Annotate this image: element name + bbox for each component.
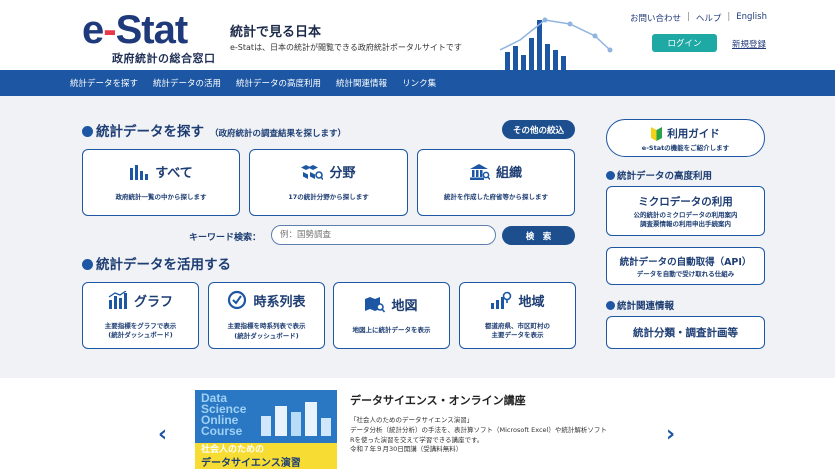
help-link[interactable]: ヘルプ [696,12,722,24]
api-title: 統計データの自動取得（API） [619,257,752,268]
course-title[interactable]: データサイエンス・オンライン講座 [350,392,526,408]
keyword-search-input[interactable] [271,225,496,245]
advanced-use-heading: 統計データの高度利用 [606,168,712,182]
card-desc-line: 主要指標を時系列表で表示 [227,322,306,331]
card-desc: 17の統計分野から探します [288,193,369,202]
clock-icon [228,290,247,310]
english-link[interactable]: English [736,12,767,24]
guide-title: 利用ガイド [667,128,720,140]
microdata-title: ミクロデータの利用 [638,196,733,208]
bar-chart-icon [130,164,149,180]
user-guide-button[interactable]: 利用ガイド e-Statの機能をご紹介します [606,119,765,157]
timeseries-card[interactable]: 時系列表 主要指標を時系列表で表示 (統計ダッシュボード) [208,282,325,349]
microdata-desc-line: 公的統計のミクロデータの利用案内 [633,211,738,219]
course-image-title: データサイエンス演習 [201,458,301,469]
card-title: 分野 [329,166,356,182]
search-org-card[interactable]: 組織 統計を作成した府省等から探します [417,149,575,216]
region-icon [491,291,512,310]
microdata-desc-line: 調査票情報の利用申出手続案内 [640,220,731,229]
other-filters-button[interactable]: その他の絞込 [502,120,575,139]
classification-title: 統計分類・調査計画等 [633,327,738,339]
search-all-card[interactable]: すべて 政府統計一覧の中から探します [82,149,240,216]
graph-icon [108,291,127,310]
utility-links: お問い合わせ | ヘルプ | English [630,12,767,24]
carousel-next-icon[interactable]: › [666,422,675,447]
search-button[interactable]: 検 索 [502,226,575,245]
search-section-heading: 統計データを探す （政府統計の調査結果を探します） [82,120,346,140]
city-illustration-icon [261,402,331,436]
card-title: グラフ [133,294,173,310]
header: e-Stat 政府統計の総合窓口 統計で見る日本 e-Statは、日本の統計が閲… [0,0,835,70]
logo-text: e-Stat [82,8,188,52]
nav-use-data[interactable]: 統計データの活用 [153,77,221,89]
card-desc-line: 都道府県、市区町村の [485,321,550,330]
decorative-chart-icon [500,17,613,70]
cubes-icon [301,164,324,180]
map-card[interactable]: 地図 地図上に統計データを表示 [333,282,450,349]
guide-desc: e-Statの機能をご紹介します [641,144,730,152]
card-desc-line: (統計ダッシュボード) [108,331,173,339]
nav-advanced-use[interactable]: 統計データの高度利用 [236,77,321,89]
api-desc: データを自動で受け取れる仕組み [636,270,735,278]
building-icon [469,163,490,180]
site-title: 統計で見る日本 [230,25,322,40]
bullet-icon [606,301,615,310]
course-banner-image[interactable]: Data Science Online Course 社会人のための データサイ… [195,390,337,469]
card-title: 組織 [495,166,522,182]
map-icon [365,296,386,313]
bullet-icon [82,126,93,137]
nav-links[interactable]: リンク集 [402,77,436,89]
keyword-label: キーワード検索： [189,233,262,243]
card-title: 地域 [518,294,545,310]
microdata-card[interactable]: ミクロデータの利用 公的統計のミクロデータの利用案内 調査票情報の利用申出手続案内 [606,186,765,236]
card-desc: 統計を作成した府省等から探します [444,193,548,202]
api-card[interactable]: 統計データの自動取得（API） データを自動で受け取れる仕組み [606,247,765,285]
course-description: 「社会人のためのデータサイエンス演習」 データ分析（統計分析）の手法を、表計算ソ… [350,416,607,454]
carousel-prev-icon[interactable]: ‹ [158,422,167,447]
region-card[interactable]: 地域 都道府県、市区町村の 主要データを表示 [459,282,576,349]
login-button[interactable]: ログイン [652,34,717,52]
card-desc: 政府統計一覧の中から探します [115,193,207,202]
nav-search-data[interactable]: 統計データを探す [70,77,138,89]
card-desc-line: (統計ダッシュボード) [234,331,299,340]
search-field-card[interactable]: 分野 17の統計分野から探します [249,149,408,216]
use-section-heading: 統計データを活用する [82,253,231,273]
graph-card[interactable]: グラフ 主要指標をグラフで表示 (統計ダッシュボード) [82,282,199,349]
site-logo[interactable]: e-Stat 政府統計の総合窓口 [82,8,216,66]
site-description: e-Statは、日本の統計が閲覧できる政府統計ポータルサイトです [230,43,462,52]
card-title: 地図 [391,299,418,315]
bullet-icon [82,259,93,270]
card-desc-line: 主要データを表示 [491,331,544,339]
card-desc-line: 主要指標をグラフで表示 [104,321,177,330]
main-nav: 統計データを探す 統計データの活用 統計データの高度利用 統計関連情報 リンク集 [0,70,835,96]
card-title: 時系列表 [253,294,306,310]
beginner-mark-icon [651,126,663,141]
nav-related-info[interactable]: 統計関連情報 [336,77,387,89]
bullet-icon [606,171,615,180]
contact-link[interactable]: お問い合わせ [630,12,681,24]
register-link[interactable]: 新規登録 [732,38,766,50]
card-desc-line: 地図上に統計データを表示 [352,326,431,335]
logo-subtitle: 政府統計の総合窓口 [112,52,216,65]
related-info-heading: 統計関連情報 [606,298,674,312]
card-title: すべて [155,166,193,182]
classification-card[interactable]: 統計分類・調査計画等 [606,316,765,349]
